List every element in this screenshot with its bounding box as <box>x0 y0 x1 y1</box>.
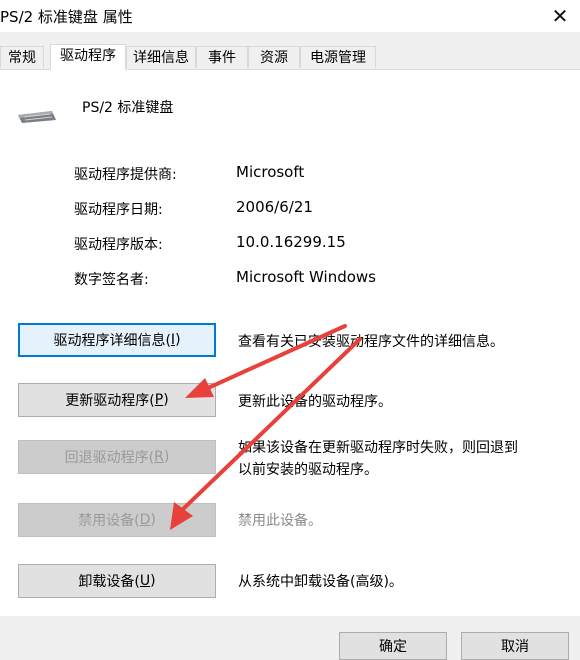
ok-button[interactable]: 确定 <box>339 632 447 660</box>
rollback-driver-button-accel: R <box>154 449 164 465</box>
keyboard-icon <box>18 111 56 123</box>
uninstall-device-button[interactable]: 卸载设备(U) <box>18 564 216 598</box>
driver-details-button-label: 驱动程序详细信息( <box>53 333 171 349</box>
uninstall-device-button-label: 卸载设备( <box>78 574 140 590</box>
digital-signer-value: Microsoft Windows <box>236 268 376 286</box>
update-driver-button-label-end: ) <box>163 392 169 408</box>
update-driver-button[interactable]: 更新驱动程序(P) <box>18 383 216 417</box>
driver-date-value: 2006/6/21 <box>236 198 313 216</box>
tab-strip: 常规 驱动程序 详细信息 事件 资源 电源管理 <box>0 44 580 70</box>
driver-date-label: 驱动程序日期: <box>74 202 163 218</box>
window-title: PS/2 标准键盘 属性 <box>0 8 133 26</box>
rollback-driver-button-label-end: ) <box>163 449 170 465</box>
rollback-description-line-1: 如果该设备在更新驱动程序时失败，则回退到 <box>238 440 518 456</box>
cancel-button[interactable]: 取消 <box>461 632 569 660</box>
device-name: PS/2 标准键盘 <box>82 100 174 116</box>
uninstall-device-button-label-end: ) <box>150 573 156 589</box>
update-driver-button-accel: P <box>154 392 164 408</box>
rollback-driver-description: 如果该设备在更新驱动程序时失败，则回退到 以前安装的驱动程序。 <box>238 437 558 481</box>
title-bar: PS/2 标准键盘 属性 ✕ <box>0 0 580 32</box>
disable-device-button-label: 禁用设备( <box>78 513 140 529</box>
driver-provider-label: 驱动程序提供商: <box>74 167 177 183</box>
tab-resources[interactable]: 资源 <box>248 46 300 68</box>
driver-provider-value: Microsoft <box>236 163 305 181</box>
driver-version-value: 10.0.16299.15 <box>236 233 346 251</box>
digital-signer-label: 数字签名者: <box>74 272 149 288</box>
driver-details-button[interactable]: 驱动程序详细信息(I) <box>18 323 216 357</box>
update-driver-button-label: 更新驱动程序( <box>65 393 155 409</box>
disable-device-button-accel: D <box>139 512 151 528</box>
disable-device-button-label-end: ) <box>150 512 156 528</box>
tab-power-management[interactable]: 电源管理 <box>300 46 376 68</box>
driver-details-button-label-end: ) <box>175 332 181 348</box>
uninstall-device-button-accel: U <box>139 573 151 589</box>
close-icon: ✕ <box>551 4 569 28</box>
driver-version-label: 驱动程序版本: <box>74 237 163 253</box>
rollback-driver-button[interactable]: 回退驱动程序(R) <box>18 440 216 474</box>
tab-events[interactable]: 事件 <box>196 46 248 68</box>
close-button[interactable]: ✕ <box>540 0 580 32</box>
driver-details-description: 查看有关已安装驱动程序文件的详细信息。 <box>238 334 504 350</box>
disable-device-description: 禁用此设备。 <box>238 513 322 529</box>
uninstall-device-description: 从系统中卸载设备(高级)。 <box>238 574 403 590</box>
tab-general[interactable]: 常规 <box>0 46 44 68</box>
rollback-driver-button-label: 回退驱动程序( <box>64 450 155 466</box>
update-driver-description: 更新此设备的驱动程序。 <box>238 394 392 410</box>
tab-details[interactable]: 详细信息 <box>126 46 196 68</box>
rollback-description-line-2: 以前安装的驱动程序。 <box>238 462 378 478</box>
disable-device-button[interactable]: 禁用设备(D) <box>18 503 216 537</box>
tab-driver[interactable]: 驱动程序 <box>50 44 126 70</box>
